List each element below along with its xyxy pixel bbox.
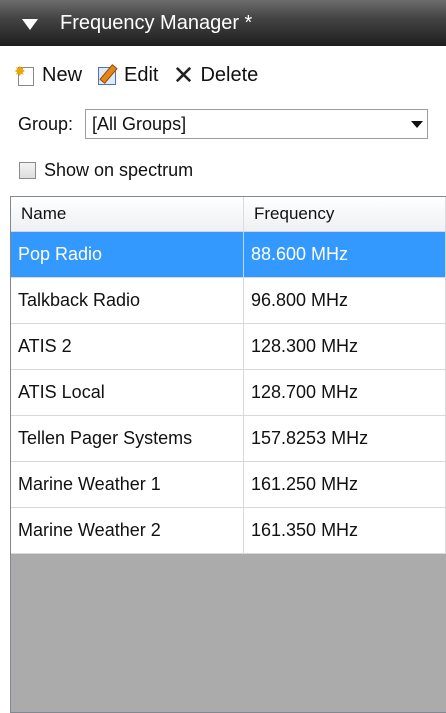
show-on-spectrum-checkbox[interactable]: [19, 161, 36, 179]
group-select-value: [All Groups]: [92, 113, 187, 134]
cell-name: Marine Weather 2: [11, 508, 244, 553]
table-row[interactable]: ATIS 2 128.300 MHz: [11, 324, 446, 370]
toolbar: ✸ New Edit ✕ Delete: [0, 50, 446, 100]
edit-document-icon: [96, 64, 118, 86]
cell-name: Talkback Radio: [11, 278, 244, 323]
table-row[interactable]: Tellen Pager Systems 157.8253 MHz: [11, 416, 446, 462]
delete-button-label: Delete: [200, 63, 259, 86]
edit-button[interactable]: Edit: [96, 64, 158, 87]
table-row[interactable]: Pop Radio 88.600 MHz: [11, 232, 446, 278]
cell-frequency: 128.300 MHz: [244, 324, 446, 369]
cell-frequency: 96.800 MHz: [244, 278, 446, 323]
cell-name: Tellen Pager Systems: [11, 416, 244, 461]
group-select[interactable]: [All Groups]: [85, 109, 429, 139]
column-header-frequency[interactable]: Frequency: [244, 197, 446, 231]
cell-name: ATIS Local: [11, 370, 244, 415]
frequency-table: Name Frequency Pop Radio 88.600 MHz Talkba…: [10, 196, 446, 713]
cell-frequency: 161.350 MHz: [244, 508, 446, 553]
cell-frequency: 157.8253 MHz: [244, 416, 446, 461]
cell-frequency: 88.600 MHz: [244, 232, 446, 277]
new-document-icon: ✸: [14, 64, 36, 86]
new-button-label: New: [42, 63, 83, 86]
edit-button-label: Edit: [124, 63, 159, 86]
cell-frequency: 128.700 MHz: [244, 370, 446, 415]
table-body: Pop Radio 88.600 MHz Talkback Radio 96.800 …: [11, 232, 446, 554]
table-row[interactable]: Marine Weather 1 161.250 MHz: [11, 462, 446, 508]
panel-title: Frequency Manager *: [60, 11, 253, 34]
group-label: Group:: [18, 113, 74, 134]
table-row[interactable]: ATIS Local 128.700 MHz: [11, 370, 446, 416]
column-header-name[interactable]: Name: [11, 197, 244, 231]
delete-x-icon: ✕: [172, 60, 195, 90]
new-button[interactable]: ✸ New: [0, 64, 82, 87]
delete-button[interactable]: ✕ Delete: [172, 60, 259, 90]
cell-frequency: 161.250 MHz: [244, 462, 446, 507]
cell-name: Pop Radio: [11, 232, 244, 277]
table-header: Name Frequency: [11, 197, 446, 232]
show-on-spectrum-label[interactable]: Show on spectrum: [44, 160, 193, 181]
cell-name: Marine Weather 1: [11, 462, 244, 507]
panel-title-bar: Frequency Manager *: [0, 0, 446, 46]
table-row[interactable]: Talkback Radio 96.800 MHz: [11, 278, 446, 324]
collapse-triangle-icon[interactable]: [22, 18, 38, 30]
show-on-spectrum-row: Show on spectrum: [0, 152, 446, 188]
table-row[interactable]: Marine Weather 2 161.350 MHz: [11, 508, 446, 554]
group-filter-row: Group: [All Groups]: [0, 104, 446, 144]
dropdown-arrow-icon: [411, 121, 424, 128]
cell-name: ATIS 2: [11, 324, 244, 369]
